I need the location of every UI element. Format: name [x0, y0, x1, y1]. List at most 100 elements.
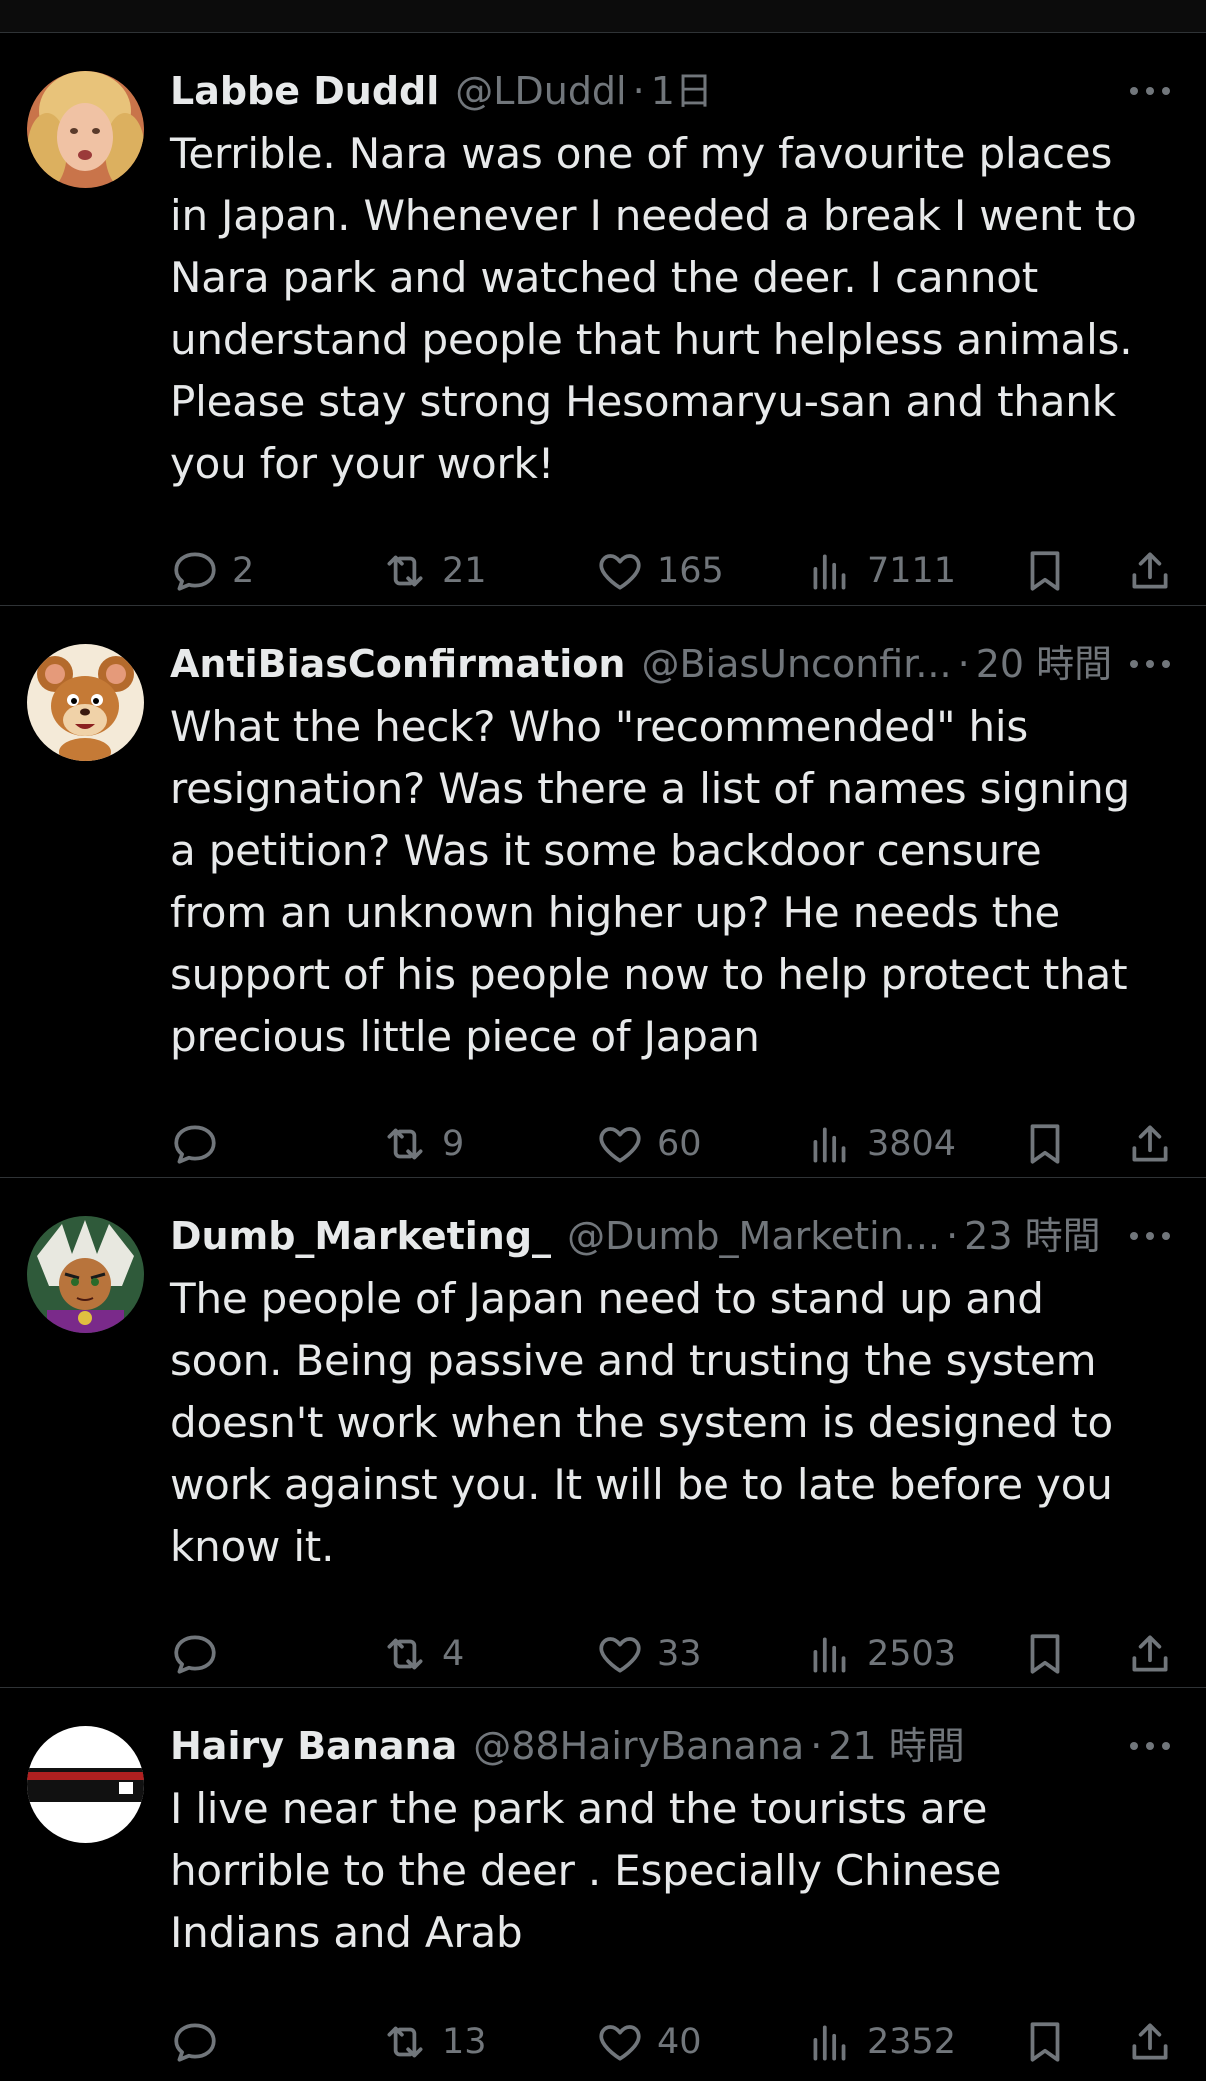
more-options-icon[interactable] [1120, 634, 1180, 694]
reply-icon [174, 2023, 216, 2062]
author-name[interactable]: Dumb_Marketing_ [170, 1206, 551, 1266]
post-content: Hairy Banana @88HairyBanana · 21 時間 I li… [170, 1716, 1180, 1964]
author-handle[interactable]: @Dumb_Marketin... [567, 1206, 940, 1266]
reply-button[interactable] [170, 1624, 232, 1684]
bookmark-icon [1030, 551, 1060, 591]
more-options-icon[interactable] [1120, 1206, 1180, 1266]
more-options-icon[interactable] [1120, 1716, 1180, 1776]
post-text: Terrible. Nara was one of my favourite p… [170, 129, 1137, 488]
author-handle[interactable]: @LDuddl [455, 61, 626, 121]
post[interactable]: Dumb_Marketing_ @Dumb_Marketin... · 23 時… [0, 1178, 1206, 1688]
views-count: 2503 [867, 1634, 957, 1674]
post[interactable]: AntiBiasConfirmation @BiasUnconfir... · … [0, 606, 1206, 1178]
retweet-icon [387, 1638, 423, 1670]
retweet-button[interactable]: 13 [380, 2012, 487, 2072]
separator-dot: · [957, 642, 970, 686]
avatar[interactable] [27, 644, 144, 761]
post-header: Labbe Duddl @LDuddl · 1日 [170, 61, 1180, 121]
post-text: What the heck? Who "recommended" his res… [170, 702, 1130, 1061]
retweet-icon [387, 1128, 423, 1160]
reply-icon [174, 552, 216, 591]
action-bar: 9 60 3804 [170, 1114, 1180, 1174]
more-options-icon[interactable] [1120, 61, 1180, 121]
post-text: The people of Japan need to stand up and… [170, 1274, 1113, 1571]
share-button[interactable] [1125, 1624, 1175, 1684]
share-icon [1132, 2023, 1168, 2060]
heart-icon [599, 554, 641, 590]
views-button[interactable]: 2352 [805, 2012, 956, 2072]
views-chart-icon [813, 554, 846, 590]
like-button[interactable]: 33 [595, 1624, 702, 1684]
author-handle[interactable]: @BiasUnconfir... [641, 634, 951, 694]
like-button[interactable]: 40 [595, 2012, 702, 2072]
bookmark-icon [1030, 2022, 1060, 2062]
author-handle[interactable]: @88HairyBanana [473, 1716, 804, 1776]
post-timestamp[interactable]: 23 時間 [964, 1206, 1100, 1266]
author-name[interactable]: AntiBiasConfirmation [170, 634, 625, 694]
like-count: 165 [657, 551, 724, 591]
post-timestamp[interactable]: 20 時間 [976, 634, 1112, 694]
top-bar-edge [0, 0, 1206, 33]
like-button[interactable]: 60 [595, 1114, 702, 1174]
author-name[interactable]: Hairy Banana [170, 1716, 457, 1776]
share-icon [1132, 1635, 1168, 1672]
like-button[interactable]: 165 [595, 541, 724, 601]
avatar[interactable] [27, 71, 144, 188]
bookmark-button[interactable] [1020, 1114, 1070, 1174]
views-button[interactable]: 3804 [805, 1114, 956, 1174]
views-count: 2352 [867, 2022, 957, 2062]
reply-button[interactable] [170, 1114, 232, 1174]
retweet-button[interactable]: 9 [380, 1114, 464, 1174]
share-button[interactable] [1125, 1114, 1175, 1174]
separator-dot: · [632, 69, 645, 113]
views-chart-icon [813, 1637, 846, 1673]
post-header: Dumb_Marketing_ @Dumb_Marketin... · 23 時… [170, 1206, 1180, 1266]
bookmark-icon [1030, 1634, 1060, 1674]
views-chart-icon [813, 2025, 846, 2061]
reply-count: 2 [232, 551, 255, 591]
action-bar: 13 40 2352 [170, 2012, 1180, 2072]
heart-icon [599, 2025, 641, 2061]
views-count: 3804 [867, 1124, 957, 1164]
post-timestamp[interactable]: 1日 [651, 61, 713, 121]
separator-dot: · [946, 1214, 959, 1258]
views-chart-icon [813, 1127, 846, 1163]
retweet-count: 9 [442, 1124, 465, 1164]
retweet-button[interactable]: 4 [380, 1624, 464, 1684]
views-button[interactable]: 7111 [805, 541, 956, 601]
bookmark-button[interactable] [1020, 2012, 1070, 2072]
share-button[interactable] [1125, 2012, 1175, 2072]
reply-button[interactable]: 2 [170, 541, 254, 601]
retweet-button[interactable]: 21 [380, 541, 487, 601]
share-icon [1132, 1125, 1168, 1162]
views-count: 7111 [867, 551, 957, 591]
action-bar: 2 21 165 7111 [170, 541, 1180, 601]
author-name[interactable]: Labbe Duddl [170, 61, 439, 121]
heart-icon [599, 1637, 641, 1673]
bookmark-button[interactable] [1020, 1624, 1070, 1684]
post-text: I live near the park and the tourists ar… [170, 1784, 1002, 1957]
post-timestamp[interactable]: 21 時間 [828, 1716, 964, 1776]
bookmark-button[interactable] [1020, 541, 1070, 601]
like-count: 60 [657, 1124, 702, 1164]
share-icon [1132, 552, 1168, 589]
retweet-icon [387, 2026, 423, 2058]
reply-feed: Labbe Duddl @LDuddl · 1日 Terrible. Nara … [0, 33, 1206, 2076]
post-content: Labbe Duddl @LDuddl · 1日 Terrible. Nara … [170, 61, 1180, 495]
like-count: 40 [657, 2022, 702, 2062]
retweet-count: 4 [442, 1634, 465, 1674]
post-header: AntiBiasConfirmation @BiasUnconfir... · … [170, 634, 1180, 694]
retweet-count: 13 [442, 2022, 487, 2062]
share-button[interactable] [1125, 541, 1175, 601]
post[interactable]: Labbe Duddl @LDuddl · 1日 Terrible. Nara … [0, 33, 1206, 606]
post-content: Dumb_Marketing_ @Dumb_Marketin... · 23 時… [170, 1206, 1180, 1578]
post[interactable]: Hairy Banana @88HairyBanana · 21 時間 I li… [0, 1688, 1206, 2076]
heart-icon [599, 1127, 641, 1163]
post-header: Hairy Banana @88HairyBanana · 21 時間 [170, 1716, 1180, 1776]
separator-dot: · [810, 1724, 823, 1768]
avatar[interactable] [27, 1726, 144, 1843]
views-button[interactable]: 2503 [805, 1624, 956, 1684]
avatar[interactable] [27, 1216, 144, 1333]
bookmark-icon [1030, 1124, 1060, 1164]
reply-button[interactable] [170, 2012, 232, 2072]
